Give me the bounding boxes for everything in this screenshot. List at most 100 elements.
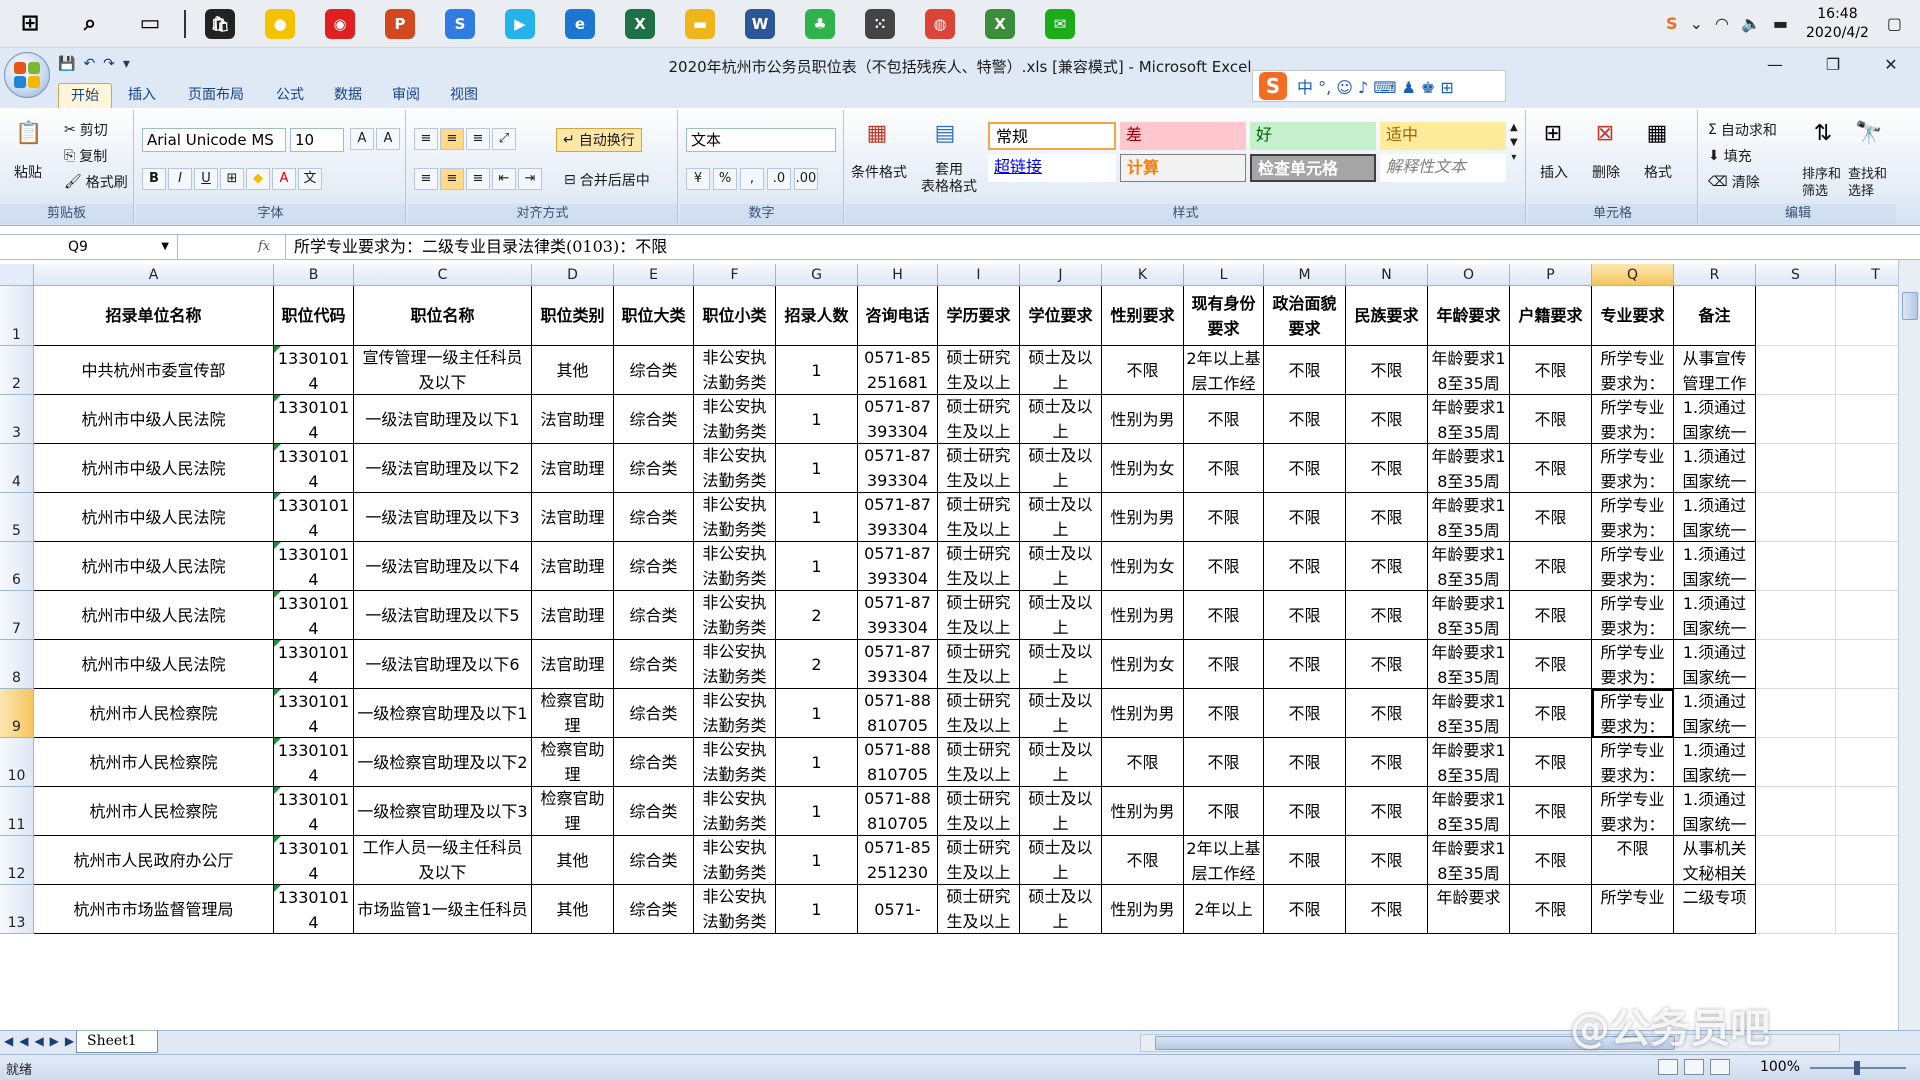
font-size-select[interactable]: 10: [290, 128, 344, 152]
table-header-cell[interactable]: 招录人数: [776, 286, 858, 346]
table-cell[interactable]: 中共杭州市委宣传部: [34, 346, 274, 395]
increase-indent-icon[interactable]: ⇥: [518, 168, 542, 190]
table-cell[interactable]: 所学专业要求为：刑法: [1592, 444, 1674, 493]
column-header-t[interactable]: T: [1836, 264, 1898, 286]
table-cell[interactable]: 综合类: [614, 395, 694, 444]
table-cell[interactable]: 不限: [1264, 591, 1346, 640]
comma-icon[interactable]: ,: [740, 168, 764, 190]
table-cell[interactable]: 13301014 00200000: [274, 493, 354, 542]
delete-cells-button[interactable]: 删除: [1592, 162, 1620, 182]
conditional-format-icon[interactable]: ▦: [860, 116, 894, 150]
column-header-c[interactable]: C: [354, 264, 532, 286]
table-cell[interactable]: 非公安执法勤务类: [694, 346, 776, 395]
table-cell[interactable]: 13301014 00400000: [274, 836, 354, 885]
empty-cell[interactable]: [1756, 444, 1836, 493]
table-header-cell[interactable]: 咨询电话: [858, 286, 938, 346]
table-cell[interactable]: 不限: [1346, 493, 1428, 542]
table-cell[interactable]: 杭州市人民政府办公厅: [34, 836, 274, 885]
app-green[interactable]: ♣: [790, 0, 850, 48]
table-cell[interactable]: 综合类: [614, 738, 694, 787]
table-cell[interactable]: 不限: [1184, 787, 1264, 836]
style-explanatory[interactable]: 解释性文本: [1380, 154, 1506, 182]
table-cell[interactable]: 从事机关文秘相关: [1674, 836, 1756, 885]
table-cell[interactable]: 非公安执法勤务类: [694, 493, 776, 542]
align-right-icon[interactable]: ≡: [466, 168, 490, 190]
table-cell[interactable]: 硕士及以上: [1020, 591, 1102, 640]
currency-icon[interactable]: ¥: [686, 168, 710, 190]
table-cell[interactable]: 性别为男: [1102, 787, 1184, 836]
table-cell[interactable]: 不限: [1184, 689, 1264, 738]
table-cell[interactable]: 综合类: [614, 444, 694, 493]
table-cell[interactable]: 不限: [1346, 787, 1428, 836]
table-cell[interactable]: 法官助理: [532, 444, 614, 493]
table-cell[interactable]: 1: [776, 542, 858, 591]
table-cell[interactable]: 不限: [1264, 493, 1346, 542]
tab-review[interactable]: 审阅: [380, 83, 432, 108]
table-cell[interactable]: 13301014 00300000: [274, 787, 354, 836]
formula-input[interactable]: 所学专业要求为：二级专业目录法律类(0103)：不限: [294, 235, 667, 259]
column-header-m[interactable]: M: [1264, 264, 1346, 286]
table-header-cell[interactable]: 职位类别: [532, 286, 614, 346]
table-cell[interactable]: 硕士研究生及以上: [938, 836, 1020, 885]
table-cell[interactable]: 年龄要求18至35周岁: [1428, 444, 1510, 493]
table-cell[interactable]: 不限: [1346, 346, 1428, 395]
empty-cell[interactable]: [1836, 591, 1898, 640]
close-button[interactable]: ✕: [1862, 48, 1920, 80]
table-cell[interactable]: 0571-87393304: [858, 591, 938, 640]
table-cell[interactable]: 年龄要求18至35周岁: [1428, 836, 1510, 885]
table-cell[interactable]: 硕士研究生及以上: [938, 885, 1020, 934]
format-cells-button[interactable]: 格式: [1644, 162, 1672, 182]
decrease-indent-icon[interactable]: ⇤: [492, 168, 516, 190]
increase-decimal-icon[interactable]: .0: [767, 168, 791, 190]
table-cell[interactable]: 2年以上基层工作经历: [1184, 346, 1264, 395]
table-cell[interactable]: 性别为女: [1102, 444, 1184, 493]
table-cell[interactable]: 2: [776, 591, 858, 640]
table-cell[interactable]: 不限: [1346, 738, 1428, 787]
column-header-i[interactable]: I: [938, 264, 1020, 286]
table-cell[interactable]: 不限: [1346, 689, 1428, 738]
row-header-7[interactable]: 7: [0, 591, 34, 640]
column-header-d[interactable]: D: [532, 264, 614, 286]
vertical-scroll-thumb[interactable]: [1902, 292, 1918, 320]
insert-cells-button[interactable]: 插入: [1540, 162, 1568, 182]
table-cell[interactable]: 非公安执法勤务类: [694, 591, 776, 640]
table-cell[interactable]: 法官助理: [532, 395, 614, 444]
style-check-cell[interactable]: 检查单元格: [1250, 154, 1376, 182]
table-cell[interactable]: 硕士研究生及以上: [938, 787, 1020, 836]
table-cell[interactable]: 不限: [1510, 738, 1592, 787]
number-format-select[interactable]: 文本: [686, 128, 836, 152]
table-cell[interactable]: 不限: [1264, 689, 1346, 738]
table-cell[interactable]: 杭州市人民检察院: [34, 787, 274, 836]
format-cells-icon[interactable]: ▦: [1640, 116, 1674, 150]
table-cell[interactable]: 年龄要求: [1428, 885, 1510, 934]
table-cell[interactable]: 硕士研究生及以上: [938, 738, 1020, 787]
empty-cell[interactable]: [1836, 640, 1898, 689]
column-header-s[interactable]: S: [1756, 264, 1836, 286]
fill-color-icon[interactable]: ◆: [246, 168, 270, 190]
table-cell[interactable]: 1: [776, 885, 858, 934]
search-button[interactable]: ⌕: [60, 0, 120, 48]
table-cell[interactable]: 非公安执法勤务类: [694, 542, 776, 591]
table-cell[interactable]: 非公安执法勤务类: [694, 395, 776, 444]
table-cell[interactable]: 0571-88810705: [858, 787, 938, 836]
table-cell[interactable]: 杭州市中级人民法院: [34, 542, 274, 591]
edge-app[interactable]: e: [550, 0, 610, 48]
insert-cells-icon[interactable]: ⊞: [1536, 116, 1570, 150]
font-color-icon[interactable]: A: [272, 168, 296, 190]
chevron-down-icon[interactable]: ▼: [161, 235, 169, 259]
table-cell[interactable]: 其他: [532, 885, 614, 934]
table-cell[interactable]: 非公安执法勤务类: [694, 640, 776, 689]
underline-icon[interactable]: U: [194, 168, 218, 190]
row-header-4[interactable]: 4: [0, 444, 34, 493]
table-header-cell[interactable]: 职位代码: [274, 286, 354, 346]
chrome-app[interactable]: ◍: [910, 0, 970, 48]
empty-cell[interactable]: [1756, 689, 1836, 738]
app-dots[interactable]: ⁙: [850, 0, 910, 48]
battery-icon[interactable]: ▬: [1773, 14, 1788, 33]
bold-icon[interactable]: B: [142, 168, 166, 190]
table-cell[interactable]: 0571-87393304: [858, 640, 938, 689]
table-cell[interactable]: 综合类: [614, 591, 694, 640]
empty-cell[interactable]: [1836, 286, 1898, 346]
table-cell[interactable]: 硕士及以上: [1020, 444, 1102, 493]
table-cell[interactable]: 杭州市市场监督管理局: [34, 885, 274, 934]
